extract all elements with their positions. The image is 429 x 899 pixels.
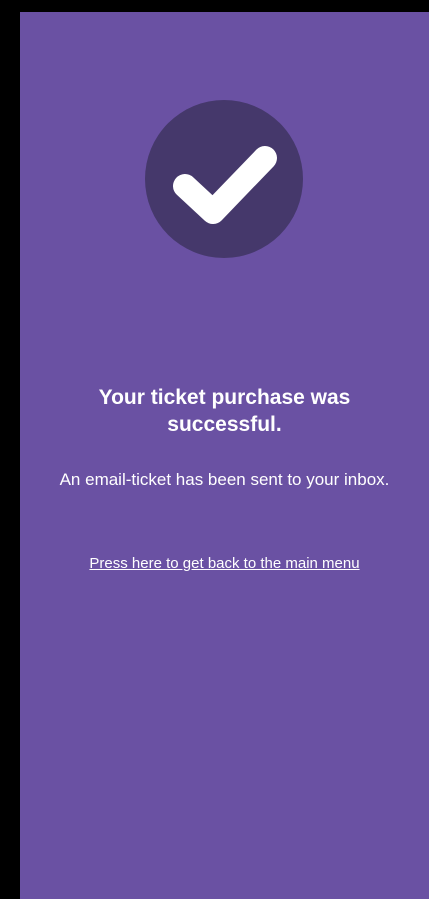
success-message: An email-ticket has been sent to your in… [59, 470, 390, 489]
back-to-main-menu-link[interactable]: Press here to get back to the main menu [20, 554, 429, 574]
device-frame-top [0, 0, 429, 12]
success-badge [145, 100, 303, 258]
purchase-success-screen: Your ticket purchase was successful. An … [20, 12, 429, 899]
success-title: Your ticket purchase was successful. [98, 386, 351, 436]
device-frame-left [0, 0, 20, 899]
checkmark-icon [173, 146, 277, 224]
